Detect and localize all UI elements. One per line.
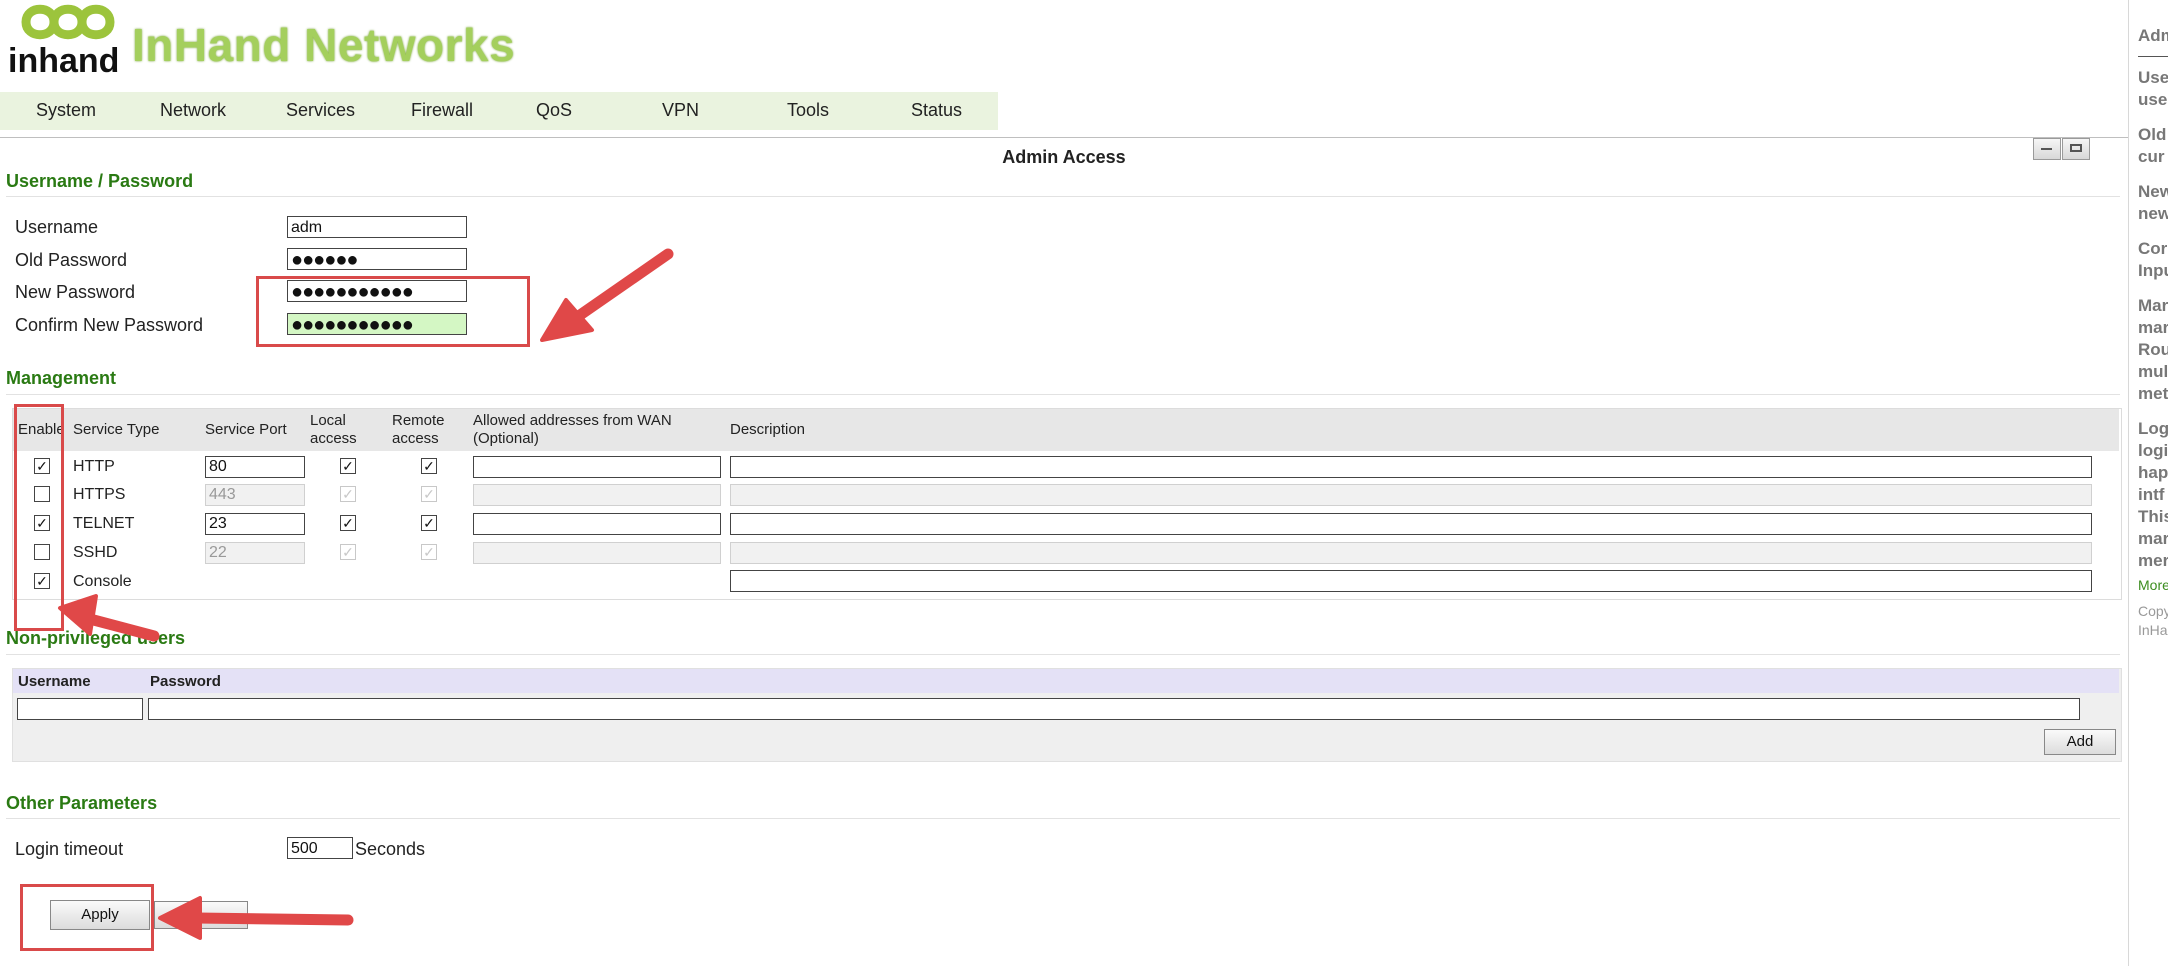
annotation-arrows — [58, 248, 674, 940]
